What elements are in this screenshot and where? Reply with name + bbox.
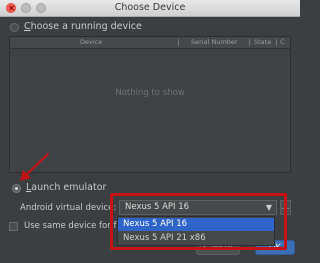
same-device-checkbox[interactable] [9,222,18,231]
avd-label: Android virtual device: [20,203,117,213]
empty-table-message: Nothing to show [115,88,185,98]
annotation-highlight-box [110,193,287,250]
column-serial-number[interactable]: Serial Number [191,38,238,46]
launch-emulator-label[interactable]: Launch emulator [26,182,106,193]
window-title: Choose Device [114,2,186,13]
running-device-label-text: hoose a running device [30,21,142,32]
column-state[interactable]: State [254,38,271,46]
running-device-label[interactable]: Choose a running device [24,21,142,32]
launch-emulator-radio[interactable] [12,184,21,193]
launch-emulator-label-text: aunch emulator [31,182,107,193]
column-divider [249,39,250,46]
same-device-label[interactable]: Use same device for fu [24,221,122,231]
running-device-mnemonic: C [24,21,31,32]
running-device-radio[interactable] [10,23,19,32]
column-divider [276,39,277,46]
table-header: Device Serial Number State C [10,37,290,49]
column-divider [178,39,179,46]
column-device[interactable]: Device [80,38,102,46]
window-titlebar: Choose Device [0,0,300,17]
annotation-arrow-icon [20,152,50,181]
column-extra[interactable]: C [280,38,285,46]
